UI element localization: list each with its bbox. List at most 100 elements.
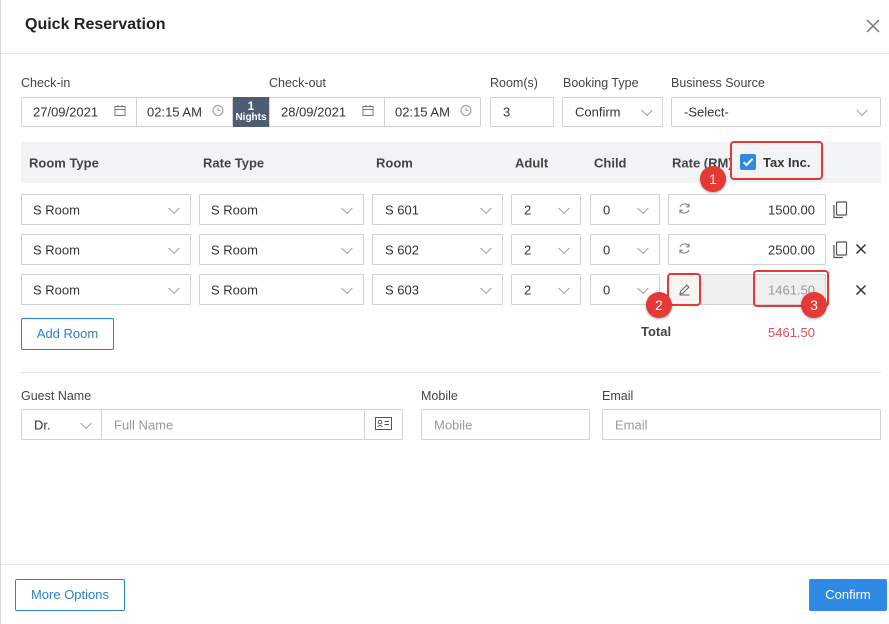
- checkin-time-input[interactable]: 02:15 AM: [136, 97, 233, 127]
- refresh-icon[interactable]: [678, 202, 691, 218]
- booking-type-value: Confirm: [575, 104, 621, 120]
- more-options-button[interactable]: More Options: [15, 579, 125, 611]
- total-label: Total: [641, 324, 672, 339]
- header-adult: Adult: [515, 155, 549, 170]
- email-label: Email: [602, 389, 634, 403]
- copy-icon[interactable]: [832, 241, 848, 262]
- confirm-button[interactable]: Confirm: [809, 579, 887, 611]
- dialog-left-border: [0, 0, 1, 624]
- mobile-placeholder: Mobile: [434, 417, 473, 432]
- room-select[interactable]: S 603: [372, 274, 503, 305]
- remove-row-icon[interactable]: [855, 243, 867, 258]
- room-type-select[interactable]: S Room: [21, 234, 191, 265]
- tax-inc-checkbox[interactable]: [740, 154, 756, 170]
- child-select[interactable]: 0: [590, 234, 660, 265]
- chevron-down-icon: [637, 242, 649, 254]
- adult-select[interactable]: 2: [511, 234, 581, 265]
- adult-select[interactable]: 2: [511, 274, 581, 305]
- header-divider: [1, 53, 889, 54]
- checkin-time-value: 02:15 AM: [147, 104, 202, 120]
- total-value: 5461.50: [768, 325, 815, 340]
- annotation-badge: 1: [700, 166, 726, 192]
- rate-type-select[interactable]: S Room: [199, 194, 364, 225]
- child-value: 0: [603, 202, 611, 217]
- refresh-icon[interactable]: [678, 242, 691, 258]
- room-type-select[interactable]: S Room: [21, 194, 191, 225]
- chevron-down-icon: [558, 242, 570, 254]
- rate-type-select[interactable]: S Room: [199, 234, 364, 265]
- header-room: Room: [376, 155, 413, 170]
- full-name-placeholder: Full Name: [114, 417, 174, 432]
- checkin-label: Check-in: [21, 76, 71, 90]
- chevron-down-icon: [480, 202, 492, 214]
- full-name-input[interactable]: Full Name: [101, 409, 365, 440]
- booking-type-label: Booking Type: [563, 76, 639, 90]
- annotation-badge: 2: [646, 292, 672, 318]
- salutation-select[interactable]: Dr.: [21, 409, 102, 440]
- salutation-value: Dr.: [34, 417, 51, 432]
- email-placeholder: Email: [615, 417, 648, 432]
- id-card-button[interactable]: [364, 409, 403, 440]
- header-rate-type: Rate Type: [203, 155, 265, 170]
- checkout-time-input[interactable]: 02:15 AM: [384, 97, 481, 127]
- business-source-value: -Select-: [684, 104, 729, 120]
- checkout-time-value: 02:15 AM: [395, 104, 450, 120]
- checkout-date-input[interactable]: 28/09/2021: [269, 97, 385, 127]
- room-select[interactable]: S 601: [372, 194, 503, 225]
- mobile-input[interactable]: Mobile: [421, 409, 590, 440]
- tax-inc-label: Tax Inc.: [763, 155, 811, 170]
- add-room-button[interactable]: Add Room: [21, 318, 114, 350]
- room-value: S 602: [385, 242, 419, 257]
- adult-value: 2: [524, 242, 532, 257]
- rate-input[interactable]: 2500.00: [668, 234, 826, 265]
- chevron-down-icon: [637, 282, 649, 294]
- chevron-down-icon: [168, 242, 180, 254]
- rate-type-value: S Room: [211, 202, 258, 217]
- chevron-down-icon: [341, 202, 353, 214]
- header-child: Child: [594, 155, 627, 170]
- close-icon[interactable]: [864, 17, 882, 35]
- checkout-date-value: 28/09/2021: [281, 104, 347, 120]
- guest-name-label: Guest Name: [21, 389, 92, 403]
- clock-icon: [212, 105, 224, 120]
- calendar-icon[interactable]: [114, 105, 126, 120]
- nights-count: 1: [247, 99, 255, 113]
- chevron-down-icon: [80, 417, 92, 429]
- rate-value: 2500.00: [768, 242, 815, 257]
- remove-row-icon[interactable]: [855, 284, 867, 299]
- room-value: S 603: [385, 282, 419, 297]
- header-room-type: Room Type: [29, 155, 99, 170]
- chevron-down-icon: [168, 282, 180, 294]
- rate-type-select[interactable]: S Room: [199, 274, 364, 305]
- child-select[interactable]: 0: [590, 194, 660, 225]
- tax-inc-highlight: Tax Inc.: [730, 141, 823, 180]
- footer-divider: [1, 564, 889, 565]
- rooms-count-input[interactable]: 3: [490, 97, 554, 127]
- booking-type-select[interactable]: Confirm: [562, 97, 663, 127]
- email-input[interactable]: Email: [602, 409, 881, 440]
- room-type-select[interactable]: S Room: [21, 274, 191, 305]
- rate-input[interactable]: 1500.00: [668, 194, 826, 225]
- checkin-date-input[interactable]: 27/09/2021: [21, 97, 137, 127]
- rate-value: 1500.00: [768, 202, 815, 217]
- chevron-down-icon: [641, 104, 653, 117]
- id-card-icon: [375, 416, 392, 433]
- chevron-down-icon: [558, 282, 570, 294]
- adult-value: 2: [524, 282, 532, 297]
- section-divider: [21, 372, 881, 373]
- chevron-down-icon: [168, 202, 180, 214]
- chevron-down-icon: [480, 282, 492, 294]
- checkout-label: Check-out: [269, 76, 326, 90]
- pencil-icon[interactable]: [678, 283, 691, 299]
- room-type-value: S Room: [33, 202, 80, 217]
- adult-select[interactable]: 2: [511, 194, 581, 225]
- room-select[interactable]: S 602: [372, 234, 503, 265]
- copy-icon[interactable]: [832, 201, 848, 222]
- rooms-count-value: 3: [503, 104, 511, 120]
- business-source-label: Business Source: [671, 76, 765, 90]
- room-type-value: S Room: [33, 282, 80, 297]
- business-source-select[interactable]: -Select-: [671, 97, 881, 127]
- calendar-icon[interactable]: [362, 105, 374, 120]
- mobile-label: Mobile: [421, 389, 458, 403]
- clock-icon: [460, 105, 472, 120]
